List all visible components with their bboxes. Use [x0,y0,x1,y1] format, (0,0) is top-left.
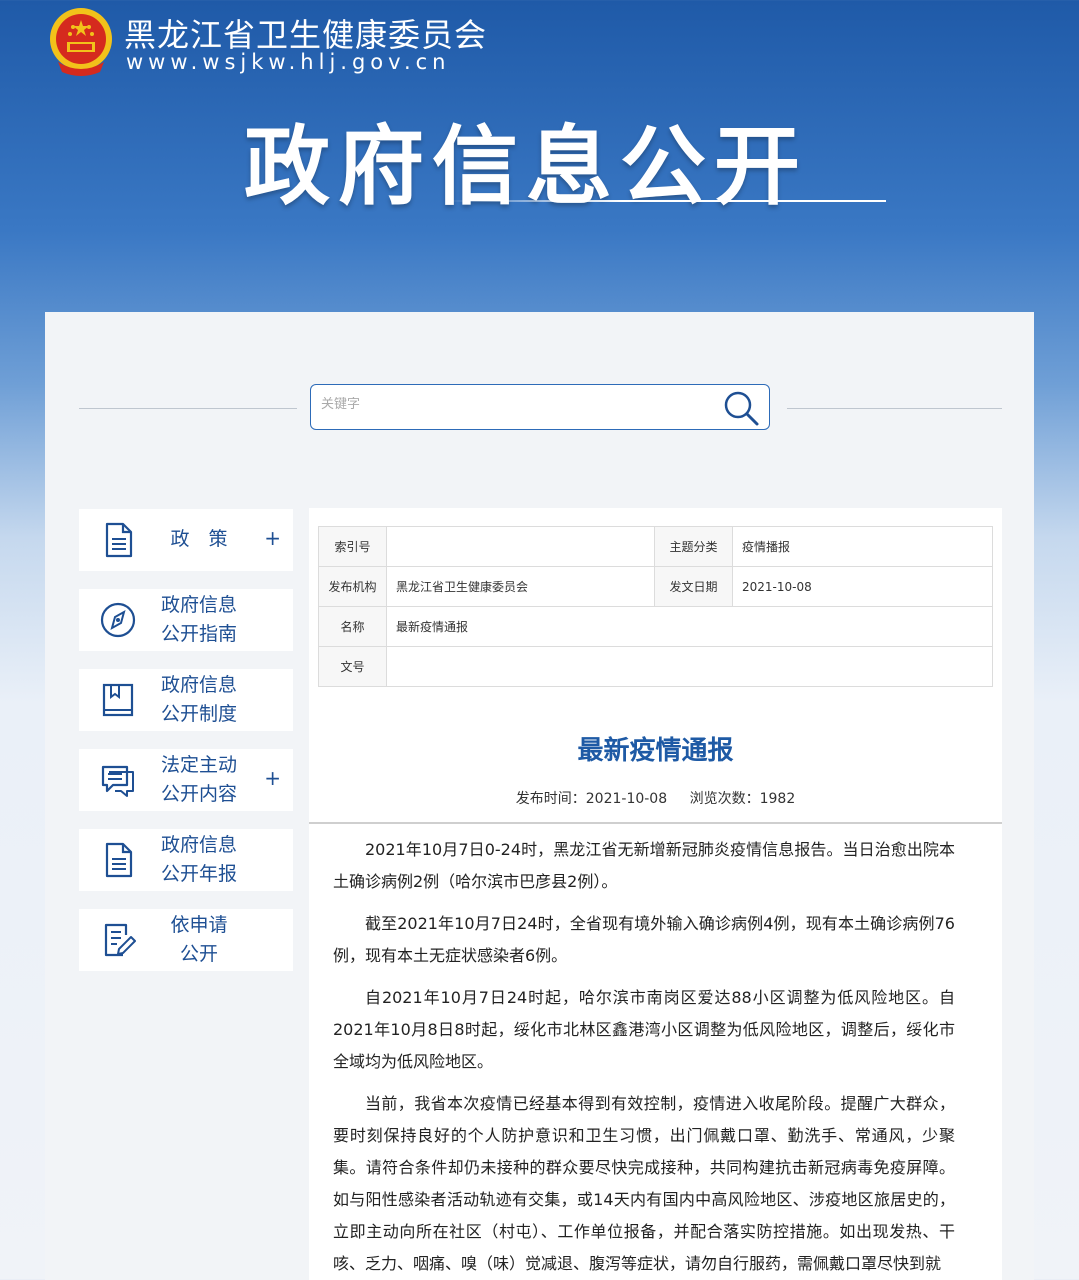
topic-value: 疫情播报 [732,526,993,567]
article-paragraph: 截至2021年10月7日24时，全省现有境外输入确诊病例4例，现有本土确诊病例7… [333,914,955,965]
sidebar-item-guide[interactable]: 政府信息 公开指南 [79,589,293,651]
search-divider-left [79,408,297,409]
document-icon [105,842,133,878]
docno-label: 文号 [318,646,387,687]
national-emblem-icon [50,8,112,76]
article-body: 2021年10月7日0-24时，黑龙江省无新增新冠肺炎疫情信息报告。当日治愈出院… [333,834,955,1280]
sidebar-item-label: 政 策 [170,528,228,550]
book-icon [102,683,134,717]
article-info: 发布时间：2021-10-08 浏览次数：1982 [309,788,1002,808]
name-value: 最新疫情通报 [386,606,993,647]
index-label: 索引号 [318,526,387,567]
sidebar-item-system[interactable]: 政府信息 公开制度 [79,669,293,731]
expand-icon[interactable]: + [264,526,281,550]
site-header: 黑龙江省卫生健康委员会 www.wsjkw.hlj.gov.cn 政府信息公开 [0,0,1079,312]
sidebar-item-label: 依申请 公开 [170,914,228,965]
sidebar-item-label: 政府信息 公开年报 [160,834,237,885]
date-value: 2021-10-08 [732,566,993,607]
chat-list-icon [101,765,134,797]
metadata-table: 索引号 主题分类 疫情播报 发布机构 黑龙江省卫生健康委员会 发文日期 2021… [318,526,993,687]
sidebar-item-label: 政府信息 公开指南 [160,594,237,645]
index-value [386,526,655,567]
search-input[interactable] [321,397,701,412]
compass-icon [100,602,136,638]
article-title: 最新疫情通报 [577,736,734,766]
expand-icon[interactable]: + [264,766,281,790]
topic-label: 主题分类 [654,526,733,567]
article-divider [309,822,1002,824]
banner-divider [446,200,886,202]
banner-title: 政府信息公开 [244,117,808,217]
date-label: 发文日期 [654,566,733,607]
main-panel: 政 策 + 政府信息 公开指南 政府信息 公开制度 法定主动 公开内容 + [45,312,1034,1280]
article-paragraph: 2021年10月7日0-24时，黑龙江省无新增新冠肺炎疫情信息报告。当日治愈出院… [333,840,955,891]
publisher-value: 黑龙江省卫生健康委员会 [386,566,655,607]
article-paragraph: 当前，我省本次疫情已经基本得到有效控制，疫情进入收尾阶段。提醒广大群众，要时刻保… [333,1094,955,1273]
docno-value [386,646,993,687]
sidebar-item-by-application[interactable]: 依申请 公开 [79,909,293,971]
article-paragraph: 自2021年10月7日24时起，哈尔滨市南岗区爱达88小区调整为低风险地区。自2… [333,988,955,1071]
search-box [310,384,770,430]
sidebar-item-label: 政府信息 公开制度 [160,674,237,725]
edit-document-icon [104,923,136,957]
publish-time: 发布时间：2021-10-08 [515,791,668,807]
document-icon [105,522,133,558]
article-content: 索引号 主题分类 疫情播报 发布机构 黑龙江省卫生健康委员会 发文日期 2021… [309,508,1002,1280]
site-url[interactable]: www.wsjkw.hlj.gov.cn [126,50,450,74]
name-label: 名称 [318,606,387,647]
sidebar-item-policy[interactable]: 政 策 + [79,509,293,571]
publisher-label: 发布机构 [318,566,387,607]
search-divider-right [787,408,1002,409]
sidebar-item-statutory[interactable]: 法定主动 公开内容 + [79,749,293,811]
view-count: 浏览次数：1982 [689,791,796,807]
search-icon[interactable] [721,388,761,428]
sidebar-item-annual-report[interactable]: 政府信息 公开年报 [79,829,293,891]
sidebar-item-label: 法定主动 公开内容 [160,754,237,805]
